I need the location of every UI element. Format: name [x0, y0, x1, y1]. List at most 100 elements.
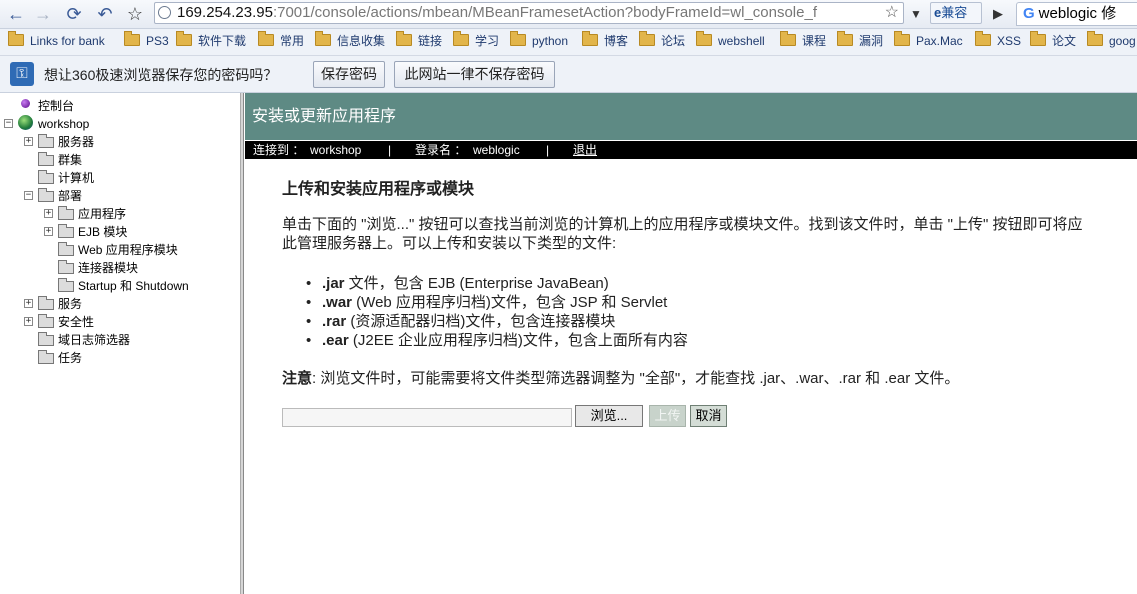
tree-item-services[interactable]: 服务	[58, 296, 82, 312]
bookmark-item[interactable]: 信息收集	[315, 31, 385, 49]
expand-icon[interactable]: +	[24, 137, 33, 146]
tree-item-deployments[interactable]: 部署	[58, 188, 82, 204]
folder-icon	[510, 31, 526, 46]
logout-link[interactable]: 退出	[573, 141, 597, 159]
bookmark-star-icon[interactable]: ☆	[123, 3, 147, 25]
tree-item-clusters[interactable]: 群集	[58, 152, 82, 168]
bookmark-item[interactable]: python	[510, 31, 568, 49]
bookmark-item[interactable]: 课程	[780, 31, 826, 49]
folder-icon	[582, 31, 598, 46]
folder-icon	[780, 31, 796, 46]
back-icon[interactable]: ←	[4, 3, 28, 25]
login-value: weblogic	[473, 143, 520, 157]
separator: |	[546, 143, 550, 157]
never-save-password-button[interactable]: 此网站一律不保存密码	[394, 61, 555, 88]
browse-button[interactable]: 浏览...	[575, 405, 643, 427]
bookmark-item[interactable]: 论文	[1030, 31, 1076, 49]
address-bar[interactable]: 169.254.23.95:7001/console/actions/mbean…	[154, 2, 904, 24]
expand-icon[interactable]: +	[44, 209, 53, 218]
frame-splitter[interactable]	[240, 93, 244, 594]
bookmark-item[interactable]: 链接	[396, 31, 442, 49]
connected-label: 连接到 ：	[253, 143, 305, 157]
undo-icon[interactable]: ↶	[93, 3, 117, 25]
folder-icon	[696, 31, 712, 46]
tree-item-web-modules[interactable]: Web 应用程序模块	[78, 242, 178, 258]
save-password-button[interactable]: 保存密码	[313, 61, 385, 88]
intro-text: 单击下面的 "浏览..." 按钮可以查找当前浏览的计算机上的应用程序或模块文件。…	[282, 215, 1137, 253]
folder-icon	[1087, 31, 1103, 46]
bookmark-item[interactable]: goog	[1087, 31, 1136, 49]
cancel-button[interactable]: 取消	[690, 405, 727, 427]
folder-icon	[124, 31, 140, 46]
folder-icon	[453, 31, 469, 46]
tree-item-applications[interactable]: 应用程序	[78, 206, 126, 222]
folder-icon	[837, 31, 853, 46]
url-path: :7001/console/actions/mbean/MBeanFramese…	[272, 4, 817, 21]
bookmark-item[interactable]: 学习	[453, 31, 499, 49]
folder-icon	[38, 170, 54, 184]
folder-icon	[315, 31, 331, 46]
tree-item-domain-log-filters[interactable]: 域日志筛选器	[58, 332, 130, 348]
intro-line: 单击下面的 "浏览..." 按钮可以查找当前浏览的计算机上的应用程序或模块文件。…	[282, 216, 1083, 233]
file-path-input[interactable]	[282, 408, 572, 427]
note-text: 注意: 浏览文件时，可能需要将文件类型筛选器调整为 "全部"，才能查找 .jar…	[282, 370, 960, 387]
browser-toolbar: ← → ⟳ ↶ ☆ 169.254.23.95:7001/console/act…	[0, 0, 1137, 29]
bookmark-item[interactable]: XSS	[975, 31, 1021, 49]
bookmark-item[interactable]: 博客	[582, 31, 628, 49]
collapse-icon[interactable]: −	[4, 119, 13, 128]
folder-icon	[38, 350, 54, 364]
save-password-message: 想让360极速浏览器保存您的密码吗？	[44, 67, 278, 83]
bookmark-item[interactable]: PS3	[124, 31, 169, 49]
bookmark-item[interactable]: 论坛	[639, 31, 685, 49]
folder-open-icon	[38, 188, 54, 202]
tree-item-ejb-modules[interactable]: EJB 模块	[78, 224, 127, 240]
tree-item-servers[interactable]: 服务器	[58, 134, 94, 150]
bookmark-item[interactable]: Pax.Mac	[894, 31, 963, 49]
compat-label: 兼容	[941, 5, 968, 20]
play-icon[interactable]: ▶	[988, 3, 1008, 25]
folder-icon	[396, 31, 412, 46]
folder-icon	[176, 31, 192, 46]
tree-item-domain[interactable]: workshop	[38, 116, 89, 132]
bookmark-item[interactable]: webshell	[696, 31, 765, 49]
tree-item-startup-shutdown[interactable]: Startup 和 Shutdown	[78, 278, 189, 294]
folder-icon	[258, 31, 274, 46]
tree-item-tasks[interactable]: 任务	[58, 350, 82, 366]
url-star-icon[interactable]: ☆	[885, 3, 899, 23]
folder-icon	[639, 31, 655, 46]
reload-icon[interactable]: ⟳	[62, 3, 86, 25]
tree-item-machines[interactable]: 计算机	[58, 170, 94, 186]
folder-icon	[58, 224, 74, 238]
file-type-list: .jar 文件，包含 EJB (Enterprise JavaBean) .wa…	[304, 274, 688, 350]
expand-icon[interactable]: +	[24, 299, 33, 308]
folder-icon	[975, 31, 991, 46]
collapse-icon[interactable]: −	[24, 191, 33, 200]
address-dropdown-icon[interactable]: ▼	[906, 3, 926, 25]
compat-mode-button[interactable]: e兼容	[930, 2, 982, 24]
navigation-tree: 控制台 − workshop + 服务器 群集 计算机 − 部署 + 应用程序 …	[0, 93, 240, 594]
section-heading: 上传和安装应用程序或模块	[282, 181, 475, 198]
folder-icon	[38, 152, 54, 166]
folder-icon	[8, 31, 24, 46]
folder-icon	[38, 314, 54, 328]
folder-icon	[38, 332, 54, 346]
expand-icon[interactable]: +	[44, 227, 53, 236]
expand-icon[interactable]: +	[24, 317, 33, 326]
folder-icon	[38, 134, 54, 148]
tree-item-console[interactable]: 控制台	[38, 98, 74, 114]
folder-icon	[58, 242, 74, 256]
key-icon: ⚿	[10, 62, 34, 86]
upload-button[interactable]: 上传	[649, 405, 686, 427]
list-item: .war (Web 应用程序归档)文件，包含 JSP 和 Servlet	[304, 293, 688, 312]
bookmark-item[interactable]: 常用	[258, 31, 304, 49]
bookmark-item[interactable]: 软件下载	[176, 31, 246, 49]
bookmark-item[interactable]: 漏洞	[837, 31, 883, 49]
globe-icon	[18, 115, 33, 130]
login-label: 登录名 ：	[415, 143, 467, 157]
list-item: .jar 文件，包含 EJB (Enterprise JavaBean)	[304, 274, 688, 293]
bookmark-item[interactable]: Links for bank	[8, 31, 105, 49]
browser-tab[interactable]: Gweblogic 修	[1016, 2, 1137, 26]
tree-item-connector-modules[interactable]: 连接器模块	[78, 260, 138, 276]
forward-icon[interactable]: →	[31, 3, 55, 25]
tree-item-security[interactable]: 安全性	[58, 314, 94, 330]
